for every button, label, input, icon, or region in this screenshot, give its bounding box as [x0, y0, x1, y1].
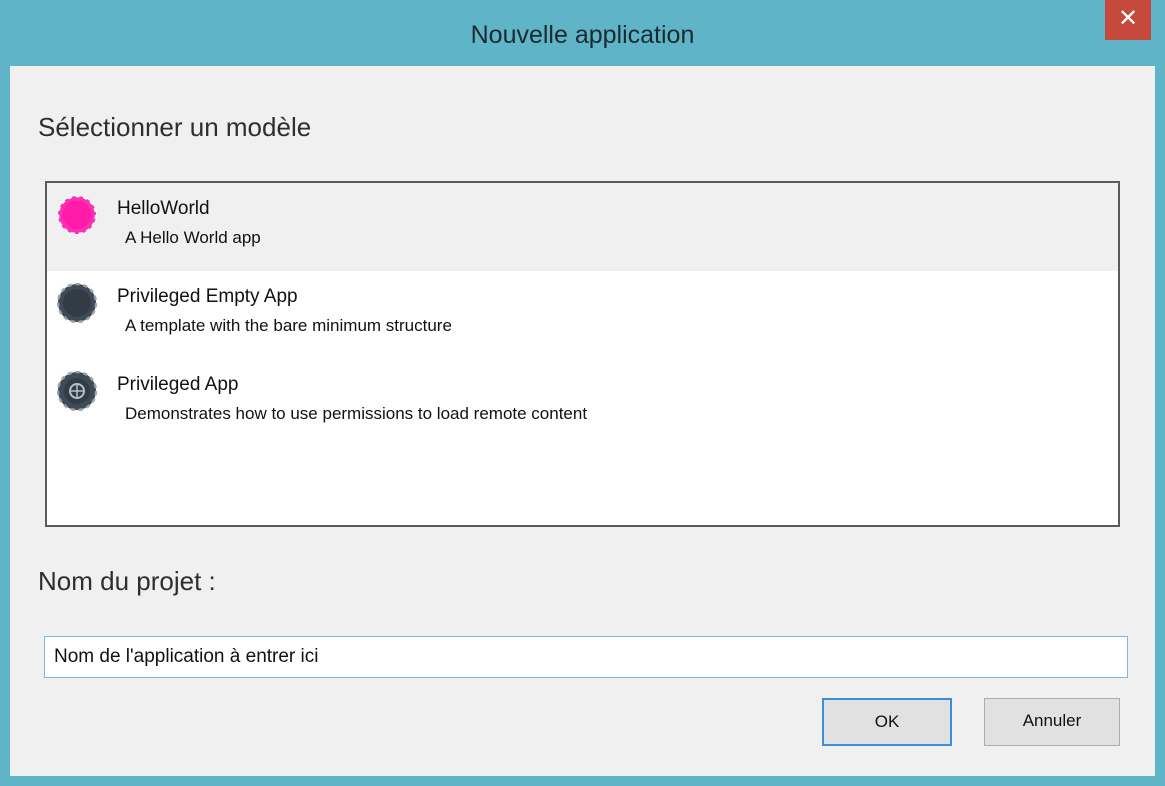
dialog-body: Sélectionner un modèle HelloWorld A Hell… [10, 66, 1155, 776]
template-list[interactable]: HelloWorld A Hello World app Privileged … [45, 181, 1120, 527]
dark-puck-icon [57, 283, 97, 323]
ok-button[interactable]: OK [822, 698, 952, 746]
template-title: Privileged App [117, 374, 239, 395]
template-description: Demonstrates how to use permissions to l… [125, 404, 588, 423]
dialog-window: Nouvelle application ✕ Sélectionner un m… [0, 0, 1165, 786]
template-title: Privileged Empty App [117, 286, 298, 307]
template-description: A template with the bare minimum structu… [125, 316, 452, 335]
template-description: A Hello World app [125, 228, 261, 247]
title-bar[interactable]: Nouvelle application ✕ [0, 0, 1165, 66]
window-title: Nouvelle application [470, 21, 695, 49]
template-item-helloworld[interactable]: HelloWorld A Hello World app [47, 183, 1118, 271]
close-icon: ✕ [1117, 5, 1139, 32]
close-button[interactable]: ✕ [1105, 0, 1151, 40]
globe-puck-icon [57, 371, 97, 411]
cancel-button[interactable]: Annuler [984, 698, 1120, 746]
project-name-input[interactable] [44, 636, 1128, 678]
template-item-privileged-empty-app[interactable]: Privileged Empty App A template with the… [47, 271, 1118, 359]
template-item-privileged-app[interactable]: Privileged App Demonstrates how to use p… [47, 359, 1118, 447]
project-name-label: Nom du projet : [38, 566, 216, 596]
pink-puck-icon [57, 195, 97, 235]
template-title: HelloWorld [117, 198, 210, 219]
template-heading: Sélectionner un modèle [38, 112, 312, 142]
